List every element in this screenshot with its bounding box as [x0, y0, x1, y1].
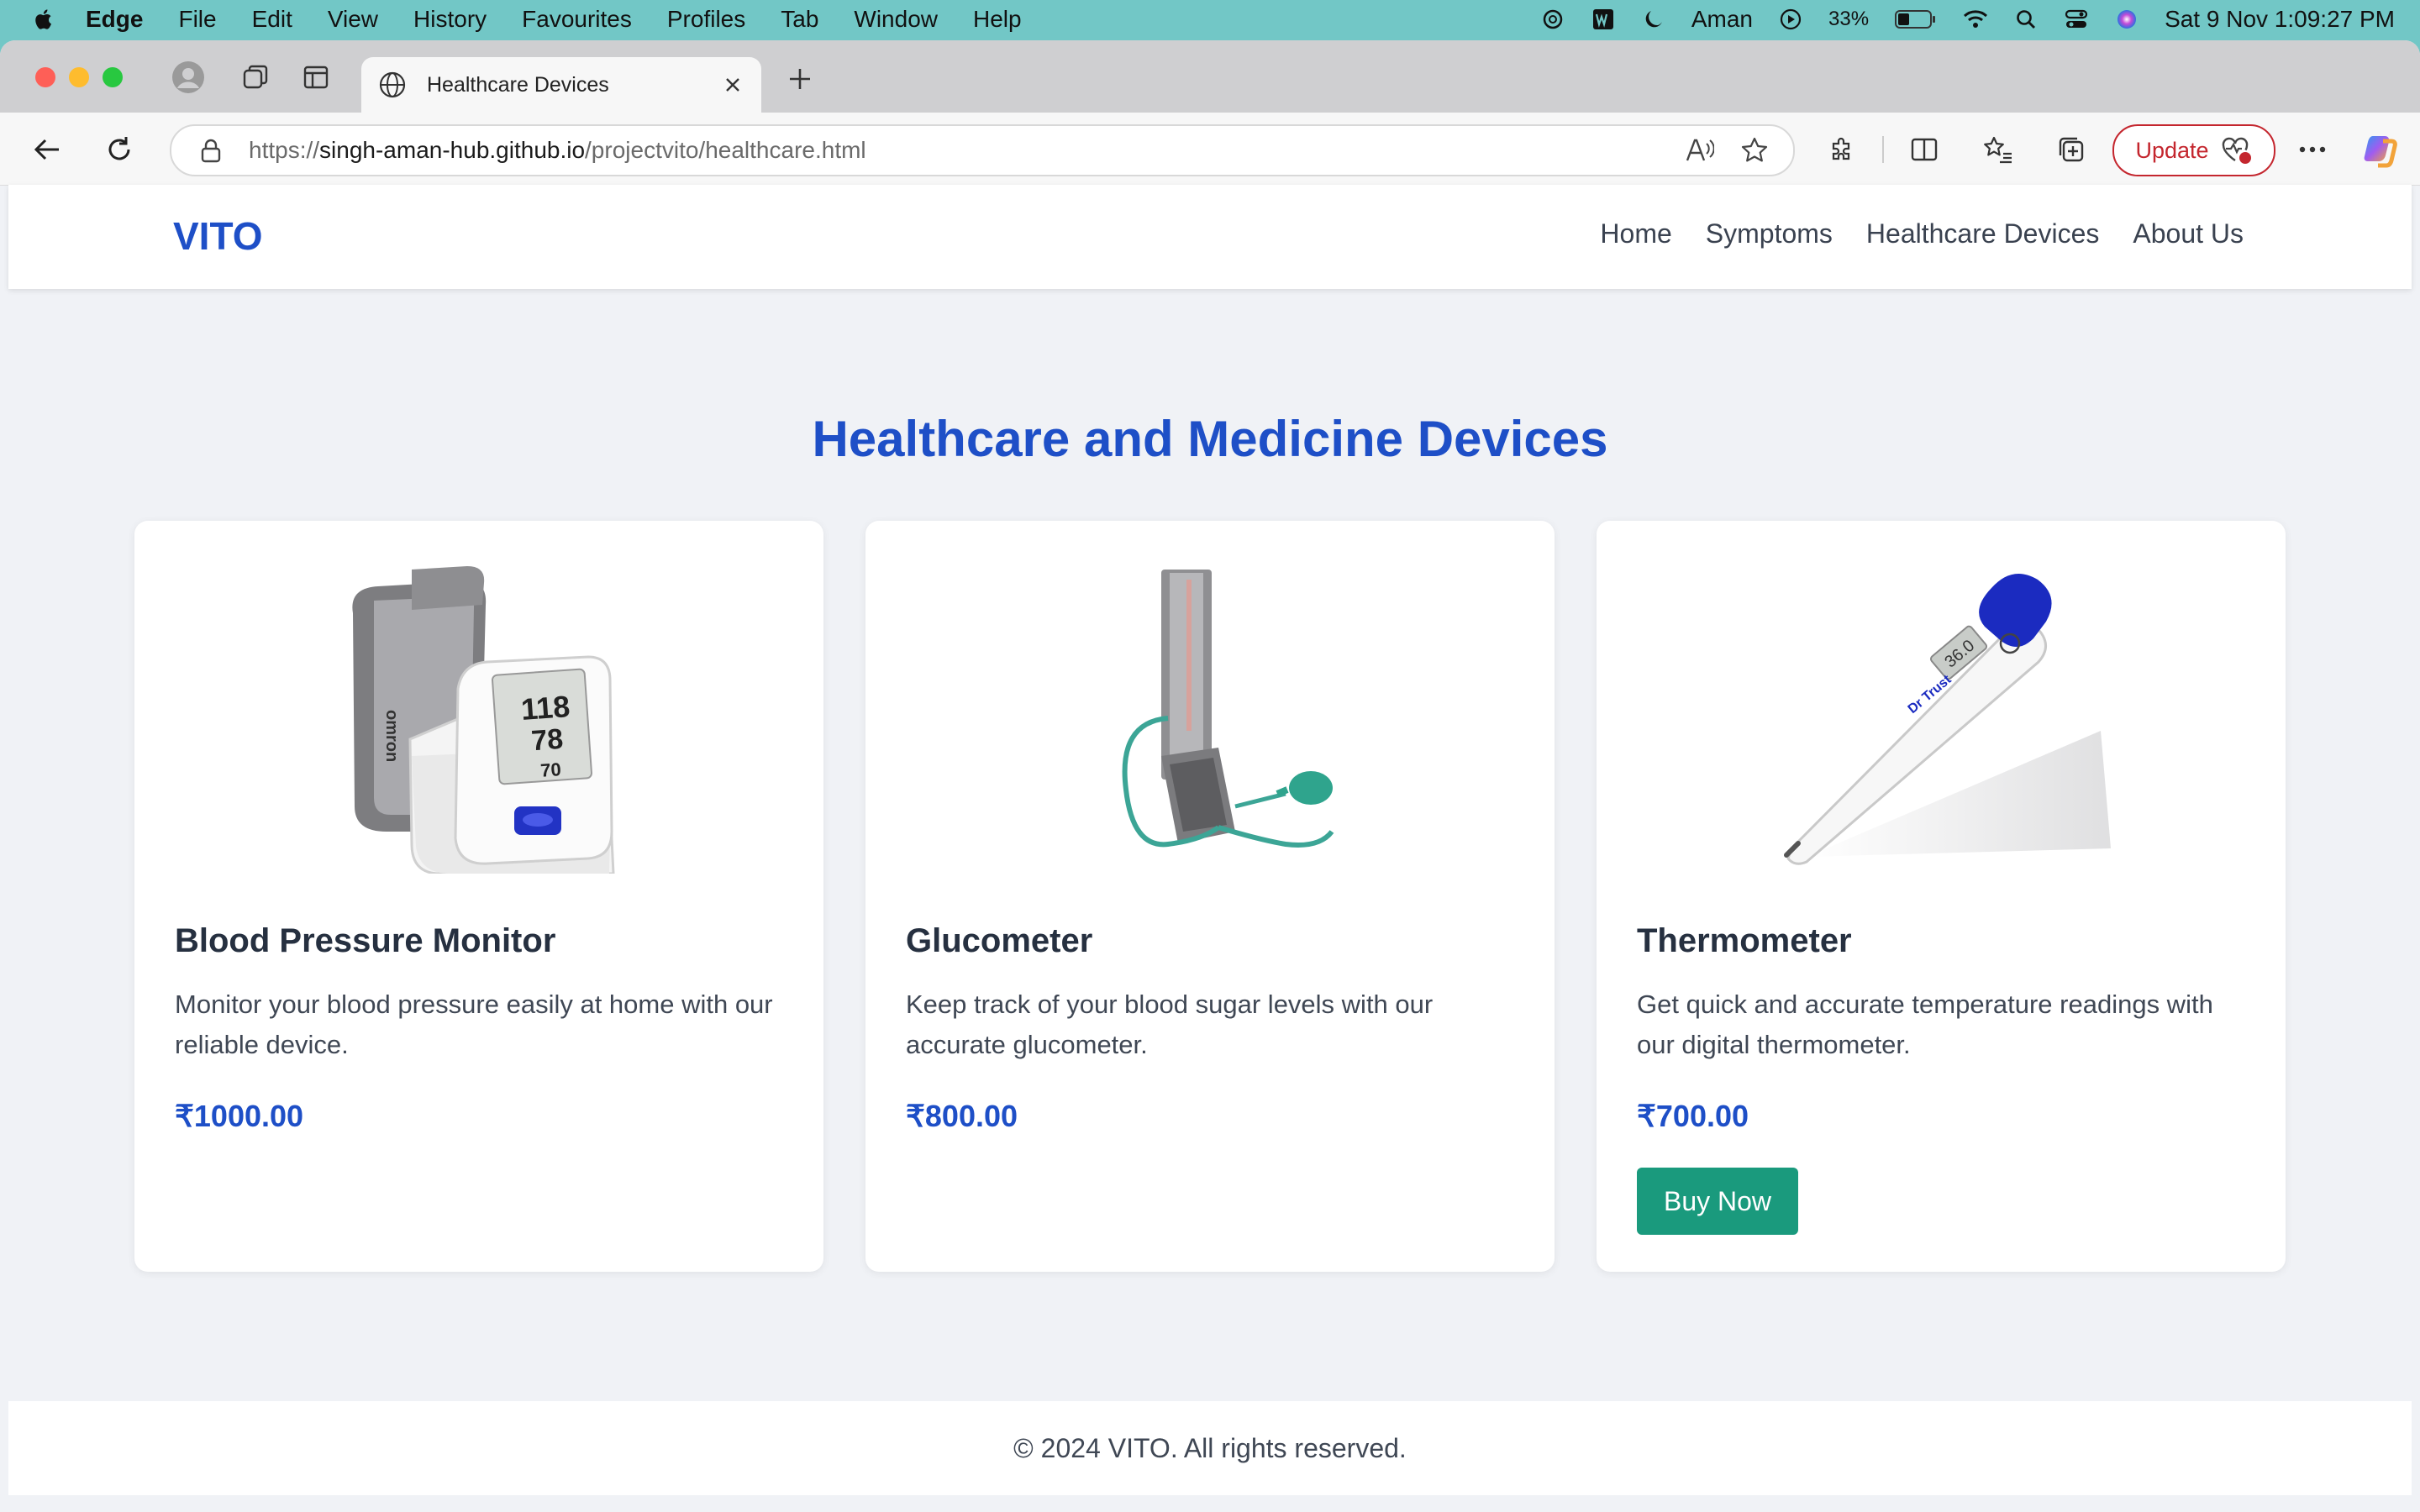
menu-file[interactable]: File	[178, 6, 216, 33]
tab-close-icon[interactable]	[716, 68, 750, 102]
word-icon[interactable]	[1591, 7, 1616, 32]
more-options-icon[interactable]	[2294, 131, 2331, 168]
product-name: Glucometer	[906, 922, 1093, 959]
product-description: Get quick and accurate temperature readi…	[1637, 990, 2213, 1059]
product-name: Thermometer	[1637, 922, 1852, 959]
heart-pulse-alert-icon	[2222, 137, 2251, 164]
wifi-icon[interactable]	[1963, 7, 1988, 32]
menu-profiles[interactable]: Profiles	[667, 6, 745, 33]
toolbar-divider	[1882, 136, 1884, 163]
browser-window: Healthcare Devices https://singh-aman-hu…	[0, 40, 2420, 1512]
bp-reading-systolic: 118	[520, 689, 571, 727]
lock-icon[interactable]	[198, 138, 224, 163]
read-aloud-icon[interactable]	[1682, 134, 1716, 167]
bp-reading-pulse: 70	[539, 759, 561, 781]
site-nav-links: Home Symptoms Healthcare Devices About U…	[1600, 218, 2244, 249]
favourites-list-icon[interactable]	[1980, 131, 2017, 168]
update-button[interactable]: Update	[2112, 124, 2275, 176]
product-price: ₹800.00	[906, 1099, 1018, 1133]
blood-pressure-monitor-image: omron 118 78 70	[352, 566, 615, 874]
globe-icon	[379, 71, 406, 98]
browser-toolbar: https://singh-aman-hub.github.io/project…	[0, 113, 2420, 186]
site-logo[interactable]: VITO	[173, 213, 263, 259]
nav-link-symptoms[interactable]: Symptoms	[1706, 218, 1833, 249]
apple-menu-icon[interactable]	[34, 8, 52, 30]
address-bar[interactable]: https://singh-aman-hub.github.io/project…	[170, 124, 1795, 176]
workspaces-icon[interactable]	[239, 60, 272, 94]
macos-menu-bar: Edge File Edit View History Favourites P…	[0, 0, 2420, 39]
new-tab-plus-icon[interactable]	[783, 62, 817, 96]
buy-now-button[interactable]: Buy Now	[1637, 1168, 1798, 1235]
control-center-icon[interactable]	[2064, 7, 2089, 32]
site-footer: © 2024 VITO. All rights reserved.	[8, 1401, 2412, 1495]
siri-icon[interactable]	[2114, 7, 2139, 32]
window-close-button[interactable]	[35, 67, 55, 87]
battery-icon[interactable]	[1894, 7, 1938, 32]
refresh-icon[interactable]	[101, 131, 138, 168]
tab-title: Healthcare Devices	[427, 72, 609, 97]
menu-app-name[interactable]: Edge	[86, 6, 143, 33]
menu-tab[interactable]: Tab	[781, 6, 818, 33]
cuff-brand-text: omron	[382, 710, 401, 762]
product-description: Monitor your blood pressure easily at ho…	[175, 990, 773, 1059]
back-arrow-icon[interactable]	[29, 131, 66, 168]
active-tab[interactable]: Healthcare Devices	[361, 57, 761, 113]
web-page: VITO Home Symptoms Healthcare Devices Ab…	[8, 185, 2412, 1512]
nav-link-home[interactable]: Home	[1600, 218, 1671, 249]
site-navbar: VITO Home Symptoms Healthcare Devices Ab…	[8, 185, 2412, 289]
product-price: ₹700.00	[1637, 1099, 1749, 1133]
url-path: /projectvito/healthcare.html	[585, 137, 866, 163]
focus-moon-icon[interactable]	[1641, 7, 1666, 32]
menu-view[interactable]: View	[328, 6, 378, 33]
menu-history[interactable]: History	[413, 6, 487, 33]
play-icon[interactable]	[1778, 7, 1803, 32]
window-zoom-button[interactable]	[103, 67, 123, 87]
spotlight-search-icon[interactable]	[2013, 7, 2039, 32]
menubar-user-name[interactable]: Aman	[1691, 6, 1753, 33]
glucometer-image	[1122, 570, 1334, 848]
favourite-star-icon[interactable]	[1738, 134, 1771, 167]
update-label: Update	[2135, 137, 2209, 163]
extensions-icon[interactable]	[1823, 131, 1860, 168]
profile-avatar-icon[interactable]	[171, 60, 205, 94]
chatgpt-icon[interactable]	[1540, 7, 1565, 32]
menu-help[interactable]: Help	[973, 6, 1022, 33]
split-screen-icon[interactable]	[1906, 131, 1943, 168]
product-price: ₹1000.00	[175, 1099, 304, 1133]
footer-copyright: © 2024 VITO. All rights reserved.	[1013, 1432, 1407, 1463]
copilot-icon[interactable]	[2363, 131, 2400, 168]
vertical-tabs-icon[interactable]	[299, 60, 333, 94]
product-card-thermometer: 36.0 Dr Trust Thermometer Get quick and …	[1597, 521, 2286, 1272]
nav-link-healthcare-devices[interactable]: Healthcare Devices	[1866, 218, 2099, 249]
product-card-glucometer: Glucometer Keep track of your blood suga…	[865, 521, 1555, 1272]
page-heading: Healthcare and Medicine Devices	[812, 411, 1608, 467]
collections-icon[interactable]	[2054, 131, 2091, 168]
menubar-clock[interactable]: Sat 9 Nov 1:09:27 PM	[2165, 6, 2395, 33]
thermometer-image: 36.0 Dr Trust	[1784, 573, 2111, 865]
tab-bar: Healthcare Devices	[0, 40, 2420, 113]
menu-favourites[interactable]: Favourites	[522, 6, 632, 33]
product-card-blood-pressure: omron 118 78 70 Blood Pressure Monitor M…	[134, 521, 823, 1272]
url-scheme: https://	[249, 137, 320, 163]
menu-window[interactable]: Window	[854, 6, 938, 33]
battery-percent: 33%	[1828, 8, 1870, 30]
product-description: Keep track of your blood sugar levels wi…	[906, 990, 1434, 1059]
product-name: Blood Pressure Monitor	[175, 922, 556, 959]
nav-link-about-us[interactable]: About Us	[2133, 218, 2244, 249]
window-minimize-button[interactable]	[69, 67, 89, 87]
menu-edit[interactable]: Edit	[252, 6, 292, 33]
url-text[interactable]: https://singh-aman-hub.github.io/project…	[249, 137, 1682, 164]
url-host: singh-aman-hub.github.io	[319, 137, 586, 163]
bp-reading-diastolic: 78	[530, 723, 564, 758]
